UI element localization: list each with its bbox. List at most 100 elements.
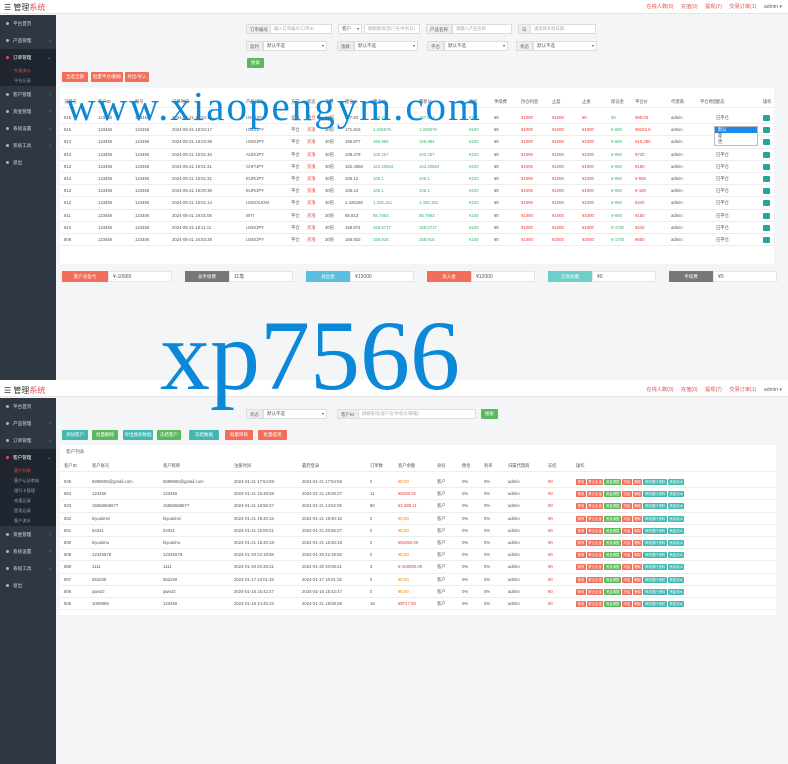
row-action-button[interactable]: 修改 [576,491,586,498]
row-action-button[interactable]: 禁止出金 [586,564,604,571]
row-action-button[interactable]: 冻结 [621,503,632,510]
table-row[interactable]: 812 123456 123456 2024-05-21 19:00:36 EUR/JP… [60,185,774,198]
client-search-input[interactable]: 模糊查询(客户名/手机号) [364,24,420,34]
batch-delete-button[interactable]: 批量删除 [92,430,118,440]
sidebar-sub-verify[interactable]: 客户认证审核 [0,476,56,486]
trade-orders-link[interactable]: 交易订单(1) [729,4,756,10]
row-action-button[interactable]: 禁止出金 [586,527,604,534]
sidebar-item-clients[interactable]: 客户管理 ⌄ [0,449,56,466]
row-action-button[interactable]: 资金调整 [604,503,621,510]
row-action-button[interactable]: 资金流水 [667,588,685,595]
row-action-button[interactable]: 资金调整 [604,552,621,559]
sidebar-item-logout[interactable]: 退出 [0,577,56,594]
product-name-input[interactable]: 请输入产品名称 [452,24,512,34]
table-row[interactable]: 833 15558668677 15558668677 2024-01-21 19:5… [60,500,776,513]
row-action-button[interactable]: 资金流水 [667,540,685,546]
row-action-button[interactable]: 禁止出金 [586,503,604,510]
row-action-button[interactable]: 修改 [576,588,586,595]
row-action-button[interactable]: 删除 [632,491,643,498]
row-action-button[interactable]: 资金流水 [667,479,685,485]
edit-icon[interactable] [763,237,770,243]
row-action-button[interactable]: 禁止出金 [586,479,604,485]
sidebar-item-funds[interactable]: 资金管理 ‹ [0,103,56,120]
row-action-button[interactable]: 资金流水 [667,527,685,534]
row-action-button[interactable]: 修改 [576,552,586,559]
recharge-link[interactable]: 充值(0) [681,4,698,10]
menu-icon[interactable]: ☰ [4,386,11,395]
row-action-button[interactable]: 修改银行资料 [643,515,667,522]
row-action-button[interactable]: 修改银行资料 [643,503,667,510]
sidebar-item-orders[interactable]: 订单管理 ⌄ [0,49,56,66]
menu-icon[interactable]: ☰ [4,3,11,12]
sidebar-sub-closed[interactable]: 平仓记录 [0,76,56,86]
row-action-button[interactable]: 修改银行资料 [643,576,667,583]
order-no-input[interactable]: 输入订单编号/订单ID [270,24,332,34]
profit-filter-select[interactable]: 默认不选 ▾ [263,41,327,51]
row-action-button[interactable]: 修改 [576,601,586,607]
user-menu[interactable]: admin ▾ [764,387,782,393]
batch-close-button[interactable]: 批量平仓/删除 [91,72,123,82]
table-row[interactable]: 811 123456 123456 2024-05-21 19:01:06 WTI 平仓 买… [60,210,774,222]
table-row[interactable]: 813 123456 123456 2024-05-21 19:01:46 AUD/JP… [60,149,774,161]
client-search-button[interactable]: 搜索 [481,409,498,419]
sidebar-item-products[interactable]: 产品管理 ‹ [0,32,56,49]
export-button[interactable]: 导出/导入 [125,72,149,82]
row-action-button[interactable]: 修改银行资料 [643,601,667,607]
table-row[interactable]: 809 123456 123456 2024-05-21 16:53:28 USD/JP… [60,234,774,247]
row-action-button[interactable]: 资金调整 [604,601,621,607]
table-row[interactable]: 810 123456 123456 2024-05-21 18:11:11 USD/JP… [60,222,774,234]
sidebar-item-logout[interactable]: 退出 [0,154,56,171]
table-row[interactable]: 830 kiyuaimu kiyuaimu 2024-01-21 15:40:19 20… [60,537,776,550]
table-row[interactable]: 813 123456 123456 2024-05-21 19:03:39 USD/JP… [60,136,774,149]
row-action-button[interactable]: 修改银行资料 [643,540,667,546]
row-action-button[interactable]: 修改银行资料 [643,527,667,534]
status-filter-select[interactable]: 默认不选 ▾ [533,41,597,51]
table-row[interactable]: 816 123456 123456 2024-05-21 19:04:17 USD/JP… [60,112,774,125]
table-row[interactable]: 888 1111 1111 2024-01-20 20:48:21 2024-01-20… [60,561,776,574]
row-action-button[interactable]: 修改 [576,479,586,485]
edit-icon[interactable] [763,151,770,158]
table-row[interactable]: 812 123456 123456 2024-05-21 19:01:31 CHF/JP… [60,161,774,173]
row-action-button[interactable]: 修改 [576,515,586,522]
recharge-link[interactable]: 充值(0) [681,387,698,393]
row-action-button[interactable]: 冻结 [621,576,632,583]
sidebar-item-home[interactable]: 平台首页 [0,15,56,32]
export-search-button[interactable]: 导出搜索数据 [123,430,153,440]
freeze-client-button[interactable]: 冻结客户 [157,430,181,440]
row-action-button[interactable]: 冻结 [621,479,632,485]
select-all-button[interactable]: 全选全部 [62,72,88,82]
edit-icon[interactable] [763,212,770,219]
row-action-button[interactable]: 禁止出金 [586,540,604,546]
row-action-button[interactable]: 删除 [632,479,643,485]
row-action-button[interactable]: 修改 [576,503,586,510]
row-action-button[interactable]: 资金调整 [604,540,621,546]
row-action-button[interactable]: 删除 [632,527,643,534]
row-action-button[interactable]: 资金流水 [667,503,685,510]
edit-icon[interactable] [763,176,770,182]
batch-review-button[interactable]: 批量审核 [225,430,253,440]
edit-icon[interactable] [763,139,770,146]
dropdown-option-no[interactable]: 否 [715,139,757,145]
sidebar-item-orders[interactable]: 订单管理 ‹ [0,432,56,449]
row-action-button[interactable]: 资金调整 [604,527,621,534]
sidebar-sub-bankcards[interactable]: 银行卡管理 [0,486,56,496]
row-action-button[interactable]: 删除 [632,576,643,583]
row-action-button[interactable]: 删除 [632,601,643,607]
withdraw-link[interactable]: 提现(7) [705,387,722,393]
row-action-button[interactable]: 冻结 [621,515,632,522]
sidebar-sub-flow[interactable]: 客户流水 [0,516,56,526]
row-action-button[interactable]: 资金流水 [667,601,685,607]
row-action-button[interactable]: 删除 [632,588,643,595]
edit-icon[interactable] [763,224,770,231]
close-filter-select[interactable]: 默认不选 ▾ [444,41,508,51]
row-action-button[interactable]: 修改 [576,527,586,534]
row-action-button[interactable]: 删除 [632,503,643,510]
row-action-button[interactable]: 修改银行资料 [643,491,667,498]
online-count-link[interactable]: 在线人数(0) [646,4,673,10]
sidebar-item-settings[interactable]: 系统设置 ‹ [0,543,56,560]
table-row[interactable]: 806 qwe22 qwe22 2024-01-16 15:42:47 2024-01-… [60,586,776,598]
batch-withdraw-button[interactable]: 批量提现 [258,430,287,440]
sidebar-item-products[interactable]: 产品管理 ‹ [0,415,56,432]
table-row[interactable]: 815 123456 123456 2024-05-21 19:04:17 USD/JP… [60,124,774,137]
row-action-button[interactable]: 禁止出金 [586,601,604,607]
